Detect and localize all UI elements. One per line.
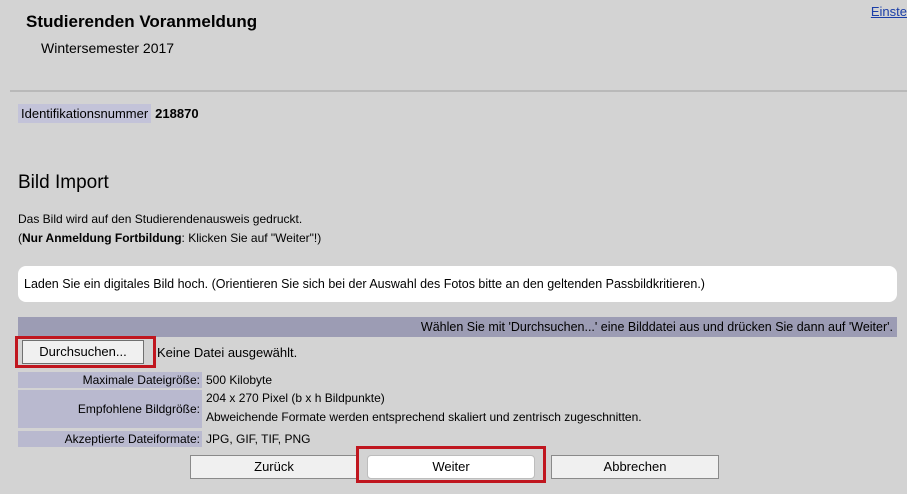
instruction-text: Wählen Sie mit 'Durchsuchen...' eine Bil… xyxy=(420,320,893,334)
file-status: Keine Datei ausgewählt. xyxy=(157,345,298,360)
note-rest: : Klicken Sie auf "Weiter"!) xyxy=(181,231,322,245)
back-button[interactable]: Zurück xyxy=(190,455,358,479)
max-size-label: Maximale Dateigröße: xyxy=(18,372,202,388)
recommended-size-value: 204 x 270 Pixel (b x h Bildpunkte) xyxy=(206,391,385,405)
recommended-size-note: Abweichende Formate werden entsprechend … xyxy=(206,410,642,424)
note-bold: Nur Anmeldung Fortbildung xyxy=(22,231,182,245)
next-button[interactable]: Weiter xyxy=(367,455,535,479)
page-subtitle: Wintersemester 2017 xyxy=(41,40,175,56)
page-header: Studierenden Voranmeldung Wintersemester… xyxy=(10,0,907,88)
recommended-size-label: Empfohlene Bildgröße: xyxy=(18,390,202,428)
header-divider xyxy=(10,90,907,92)
section-note: (Nur Anmeldung Fortbildung: Klicken Sie … xyxy=(18,231,321,245)
page-title: Studierenden Voranmeldung xyxy=(26,12,258,31)
cancel-button[interactable]: Abbrechen xyxy=(551,455,719,479)
upload-prompt: Laden Sie ein digitales Bild hoch. (Orie… xyxy=(18,266,897,302)
identification-label: Identifikationsnummer xyxy=(18,104,152,123)
identification-value: 218870 xyxy=(155,106,199,121)
instruction-bar: Wählen Sie mit 'Durchsuchen...' eine Bil… xyxy=(18,317,897,337)
formats-label: Akzeptierte Dateiformate: xyxy=(18,431,202,447)
max-size-value: 500 Kilobyte xyxy=(206,373,273,387)
identification-row: Identifikationsnummer 218870 xyxy=(18,104,199,123)
section-description: Das Bild wird auf den Studierendenauswei… xyxy=(18,212,303,226)
section-title: Bild Import xyxy=(18,172,109,193)
settings-link[interactable]: Einste xyxy=(871,4,907,19)
formats-value: JPG, GIF, TIF, PNG xyxy=(206,432,311,446)
browse-button[interactable]: Durchsuchen... xyxy=(22,340,144,364)
